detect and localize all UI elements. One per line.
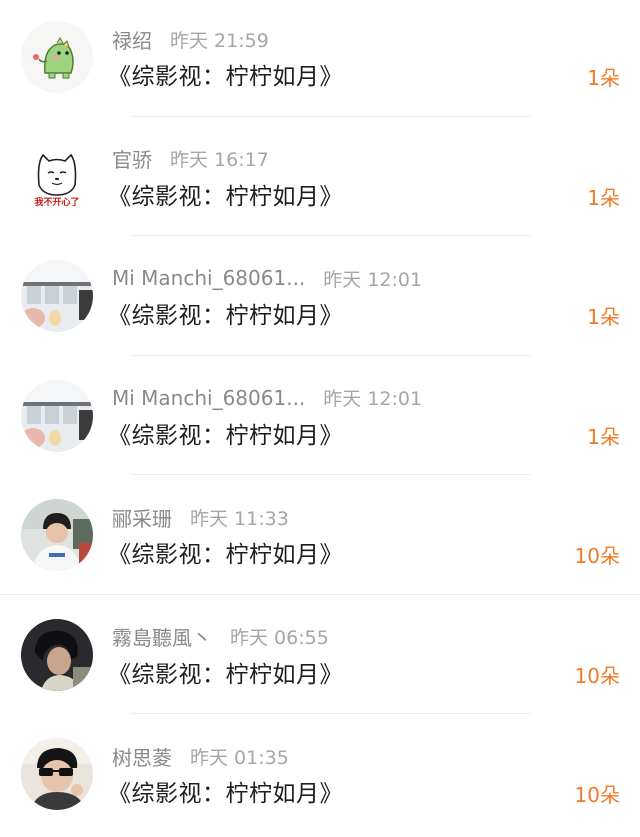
divider: [130, 474, 530, 475]
divider: [130, 235, 530, 236]
user-name[interactable]: Mi Manchi_68061...: [112, 266, 305, 290]
avatar[interactable]: [21, 260, 93, 332]
flower-count: 10朵: [574, 783, 620, 807]
avatar[interactable]: [21, 738, 93, 810]
timestamp: 昨天 12:01: [323, 388, 423, 410]
avatar-caption: 我不开心了: [34, 197, 80, 208]
flower-count: 1朵: [587, 305, 620, 329]
avatar[interactable]: 我不开心了: [21, 140, 93, 213]
flower-count: 10朵: [574, 663, 620, 688]
user-name[interactable]: 霧島聽風丶: [112, 622, 212, 651]
timestamp: 昨天 12:01: [323, 268, 423, 291]
list-item[interactable]: 树思菱 昨天 01:35 《综影视：柠柠如月》 10朵: [0, 717, 640, 837]
list-item[interactable]: 禄绍 昨天 21:59 《综影视：柠柠如月》 1朵: [0, 0, 640, 120]
timestamp: 昨天 11:33: [190, 507, 289, 530]
divider: [0, 593, 640, 595]
book-title[interactable]: 《综影视：柠柠如月》: [108, 296, 343, 330]
flower-count: 1朵: [587, 424, 620, 449]
dinosaur-sticker-icon: [21, 21, 93, 93]
divider: [130, 115, 530, 117]
user-name[interactable]: 官骄: [112, 144, 152, 173]
list-item[interactable]: 霧島聽風丶 昨天 06:55 《综影视：柠柠如月》 10朵: [0, 598, 640, 718]
avatar[interactable]: [21, 21, 93, 93]
avatar[interactable]: [21, 499, 93, 571]
timestamp: 昨天 01:35: [190, 746, 289, 769]
sunglasses-photo-icon: [21, 738, 93, 810]
person-cap-photo-icon: [21, 499, 93, 571]
user-name[interactable]: 树思菱: [112, 742, 172, 771]
user-name[interactable]: 禄绍: [112, 25, 152, 54]
window-photo-icon: [21, 379, 93, 452]
divider: [130, 354, 530, 356]
timestamp: 昨天 21:59: [170, 29, 269, 52]
avatar[interactable]: [21, 618, 93, 691]
flower-count: 1朵: [587, 185, 620, 210]
book-title[interactable]: 《综影视：柠柠如月》: [108, 57, 343, 91]
user-name[interactable]: Mi Manchi_68061...: [112, 386, 305, 410]
dark-portrait-photo-icon: [21, 618, 93, 691]
book-title[interactable]: 《综影视：柠柠如月》: [108, 416, 343, 450]
timestamp: 昨天 06:55: [230, 627, 329, 649]
flower-count: 1朵: [587, 66, 620, 90]
book-title[interactable]: 《综影视：柠柠如月》: [108, 655, 343, 689]
divider: [130, 713, 530, 714]
list-item[interactable]: Mi Manchi_68061... 昨天 12:01 《综影视：柠柠如月》 1…: [0, 359, 640, 479]
avatar[interactable]: [21, 379, 93, 452]
list-item[interactable]: Mi Manchi_68061... 昨天 12:01 《综影视：柠柠如月》 1…: [0, 239, 640, 359]
window-photo-icon: [21, 260, 93, 332]
book-title[interactable]: 《综影视：柠柠如月》: [108, 535, 343, 569]
user-name[interactable]: 郦采珊: [112, 503, 172, 532]
timestamp: 昨天 16:17: [170, 149, 269, 171]
list-item[interactable]: 我不开心了 官骄 昨天 16:17 《综影视：柠柠如月》 1朵: [0, 120, 640, 240]
book-title[interactable]: 《综影视：柠柠如月》: [108, 774, 343, 808]
list-item[interactable]: 郦采珊 昨天 11:33 《综影视：柠柠如月》 10朵: [0, 478, 640, 598]
flower-count: 10朵: [574, 544, 620, 568]
gift-record-list: 禄绍 昨天 21:59 《综影视：柠柠如月》 1朵 我不开心了 官骄 昨天 16…: [0, 0, 640, 837]
book-title[interactable]: 《综影视：柠柠如月》: [108, 177, 343, 211]
